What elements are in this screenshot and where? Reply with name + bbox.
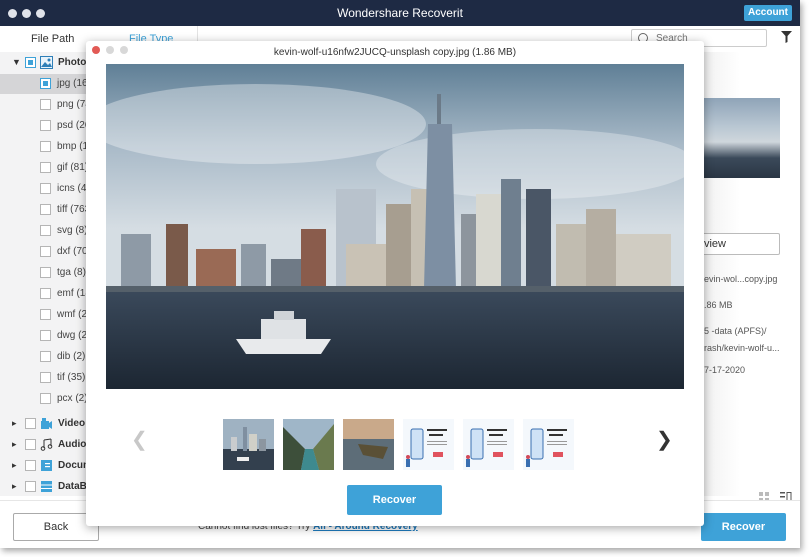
detail-thumbnail [704,98,780,178]
photo-type-checkbox[interactable] [40,393,51,404]
thumbnail-survey-graphic-3[interactable] [523,419,574,470]
modal-recover-button[interactable]: Recover [347,485,442,515]
database-icon [41,481,52,492]
photo-type-label: pcx (2) [57,393,88,404]
expand-caret-icon[interactable]: ▸ [12,460,17,471]
photo-type-checkbox[interactable] [40,330,51,341]
photo-type-checkbox[interactable] [40,162,51,173]
detail-file-size: .86 MB [704,300,733,310]
category-checkbox[interactable] [25,460,36,471]
tree-label-photo: Photo [58,57,87,68]
title-bar: Wondershare Recoverit Account [0,0,800,26]
thumbnail-survey-graphic-1[interactable] [403,419,454,470]
expand-caret-icon[interactable]: ▸ [12,418,17,429]
expand-caret-icon[interactable]: ▼ [12,57,21,67]
photo-type-checkbox[interactable] [40,78,51,89]
filter-icon[interactable] [781,31,792,43]
photo-type-checkbox[interactable] [40,120,51,131]
category-checkbox[interactable] [25,418,36,429]
audio-icon [40,438,53,451]
detail-path-line2: rash/kevin-wolf-u... [704,343,780,353]
thumbnail-city-skyline[interactable] [223,419,274,470]
app-window: Wondershare Recoverit Account File Path … [0,0,800,548]
next-image-button[interactable]: ❯ [656,427,673,452]
photo-type-checkbox[interactable] [40,288,51,299]
account-button[interactable]: Account [744,5,792,21]
video-icon [41,418,52,429]
photo-type-checkbox[interactable] [40,372,51,383]
detail-file-name: evin-wol...copy.jpg [704,274,778,284]
expand-caret-icon[interactable]: ▸ [12,439,17,450]
thumbnail-river-aerial[interactable] [343,419,394,470]
photo-type-label: tif (35) [57,372,86,383]
preview-modal: kevin-wolf-u16nfw2JUCQ-unsplash copy.jpg… [86,41,704,526]
thumbnail-mountain-fjord[interactable] [283,419,334,470]
photo-type-label: tga (8) [57,267,86,278]
photo-type-checkbox[interactable] [40,267,51,278]
photo-icon [40,56,53,69]
photo-type-checkbox[interactable] [40,309,51,320]
photo-type-label: dib (2) [57,351,86,362]
document-icon [41,460,52,471]
category-checkbox[interactable] [25,439,36,450]
category-checkbox[interactable] [25,481,36,492]
photo-type-checkbox[interactable] [40,351,51,362]
detail-path-line1: 5 -data (APFS)/ [704,326,767,336]
photo-type-checkbox[interactable] [40,99,51,110]
preview-image [106,64,684,389]
modal-title: kevin-wolf-u16nfw2JUCQ-unsplash copy.jpg… [273,47,517,58]
tab-file-path[interactable]: File Path [31,33,74,45]
photo-type-checkbox[interactable] [40,246,51,257]
photo-type-checkbox[interactable] [40,141,51,152]
app-title: Wondershare Recoverit [337,6,463,20]
photo-type-label: svg (8) [57,225,88,236]
photo-checkbox[interactable] [25,57,36,68]
detail-date: 7-17-2020 [704,365,746,375]
previous-image-button[interactable]: ❮ [131,427,148,452]
photo-type-checkbox[interactable] [40,225,51,236]
photo-type-label: gif (81) [57,162,89,173]
photo-type-checkbox[interactable] [40,204,51,215]
thumbnail-survey-graphic-2[interactable] [463,419,514,470]
photo-type-checkbox[interactable] [40,183,51,194]
recover-button[interactable]: Recover [701,513,786,541]
expand-caret-icon[interactable]: ▸ [12,481,17,492]
